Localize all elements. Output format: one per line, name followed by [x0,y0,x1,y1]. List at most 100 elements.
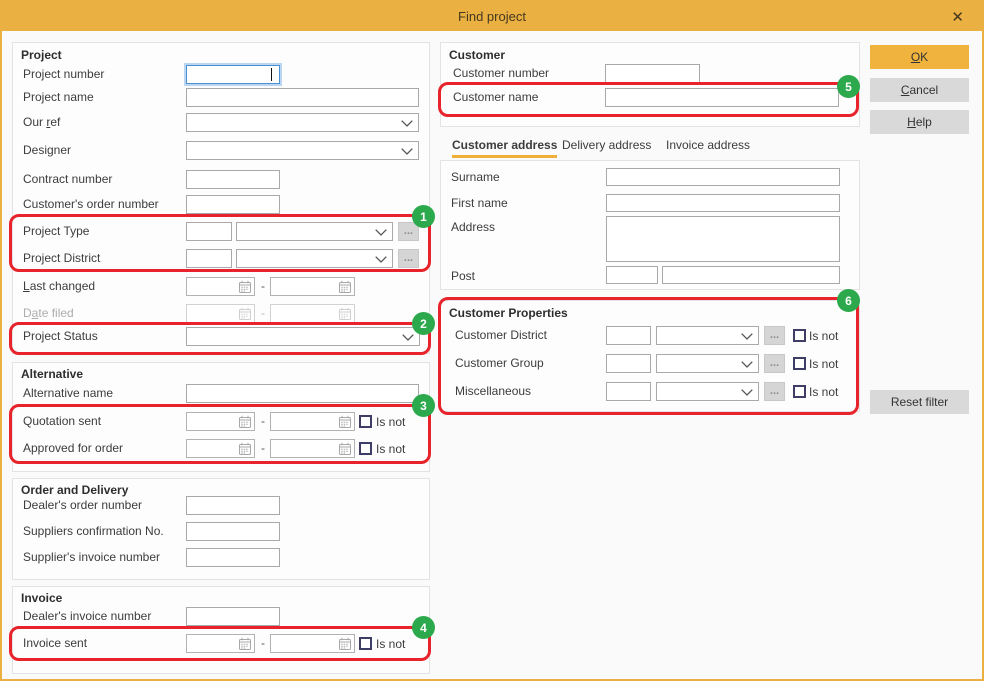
project-name-input[interactable] [186,88,419,107]
calendar-icon [238,280,252,294]
invoice-sent-to-date[interactable] [270,634,355,653]
approved-for-order-from-date[interactable] [186,439,255,458]
last-changed-from-date[interactable] [186,277,255,296]
title-bar: Find project ✕ [2,2,982,31]
close-button[interactable]: ✕ [945,7,970,27]
invoice-sent-from-date[interactable] [186,634,255,653]
last-changed-to-date[interactable] [270,277,355,296]
customer-properties-section: Customer Properties Customer District ..… [440,300,860,412]
designer-label: Designer [23,143,71,158]
date-filed-to-date [270,304,355,323]
customer-section-title: Customer [449,48,505,62]
customer-name-input[interactable] [605,88,839,107]
annotation-6-badge: 6 [837,289,860,312]
surname-input[interactable] [606,168,840,186]
miscellaneous-isnot-label: Is not [809,385,838,400]
customer-group-code-input[interactable] [606,354,651,373]
project-number-label: Project number [23,67,104,82]
project-status-dropdown[interactable] [186,327,420,346]
customers-order-number-input[interactable] [186,195,280,214]
quotation-sent-isnot-checkbox[interactable] [359,415,372,428]
quotation-sent-label: Quotation sent [23,414,101,429]
customer-group-dropdown[interactable] [656,354,759,373]
project-section-title: Project [21,48,62,62]
customer-district-dropdown[interactable] [656,326,759,345]
first-name-input[interactable] [606,194,840,212]
customer-district-isnot-checkbox[interactable] [793,329,806,342]
project-section: Project Project number Project name Our … [12,42,430,354]
customer-group-label: Customer Group [455,356,544,371]
customer-number-input[interactable] [605,64,700,83]
alternative-name-input[interactable] [186,384,419,403]
project-district-browse-button[interactable]: ... [398,249,419,268]
tab-delivery-address[interactable]: Delivery address [562,138,651,155]
quotation-sent-from-date[interactable] [186,412,255,431]
alternative-section: Alternative Alternative name Quotation s… [12,362,430,472]
miscellaneous-code-input[interactable] [606,382,651,401]
our-ref-label: Our ref [23,115,60,130]
dealers-invoice-number-input[interactable] [186,607,280,626]
date-range-dash: - [259,279,267,293]
project-type-dropdown[interactable] [236,222,393,241]
dealers-order-number-input[interactable] [186,496,280,515]
dialog-title: Find project [2,9,982,24]
chevron-down-icon [401,148,413,155]
quotation-sent-to-date[interactable] [270,412,355,431]
project-number-input[interactable] [186,65,280,84]
tab-customer-address[interactable]: Customer address [452,138,557,158]
miscellaneous-browse-button[interactable]: ... [764,382,785,401]
project-type-code-input[interactable] [186,222,232,241]
address-tabbar: Customer address Delivery address Invoic… [440,138,860,158]
calendar-icon [338,442,352,456]
quotation-sent-isnot-label: Is not [376,415,405,430]
order-delivery-section: Order and Delivery Dealer's order number… [12,478,430,580]
approved-for-order-to-date[interactable] [270,439,355,458]
customer-district-browse-button[interactable]: ... [764,326,785,345]
approved-for-order-isnot-checkbox[interactable] [359,442,372,455]
post-city-input[interactable] [662,266,840,284]
chevron-down-icon [741,333,753,340]
our-ref-dropdown[interactable] [186,113,419,132]
cancel-button[interactable]: Cancel [870,78,969,102]
close-icon: ✕ [951,9,964,26]
ok-button[interactable]: OK [870,45,969,69]
invoice-section-title: Invoice [21,591,62,605]
reset-filter-button[interactable]: Reset filter [870,390,969,414]
project-status-label: Project Status [23,329,98,344]
find-project-dialog: Find project ✕ Project Project number Pr… [0,0,984,681]
customer-group-isnot-label: Is not [809,357,838,372]
annotation-2-badge: 2 [412,312,435,335]
date-range-dash: - [259,441,267,455]
customer-group-browse-button[interactable]: ... [764,354,785,373]
customer-properties-title: Customer Properties [449,306,568,320]
customer-section: Customer Customer number Customer name [440,42,860,127]
post-code-input[interactable] [606,266,658,284]
tab-invoice-address[interactable]: Invoice address [666,138,750,155]
help-button[interactable]: Help [870,110,969,134]
customer-number-label: Customer number [453,66,549,81]
chevron-down-icon [402,334,414,341]
annotation-5-badge: 5 [837,75,860,98]
invoice-sent-isnot-checkbox[interactable] [359,637,372,650]
address-textarea[interactable] [606,216,840,262]
customer-group-isnot-checkbox[interactable] [793,357,806,370]
chevron-down-icon [401,120,413,127]
post-label: Post [451,269,475,284]
chevron-down-icon [375,229,387,236]
project-district-code-input[interactable] [186,249,232,268]
miscellaneous-dropdown[interactable] [656,382,759,401]
customer-district-code-input[interactable] [606,326,651,345]
project-name-label: Project name [23,90,94,105]
miscellaneous-isnot-checkbox[interactable] [793,385,806,398]
customer-district-label: Customer District [455,328,547,343]
contract-number-input[interactable] [186,170,280,189]
last-changed-label: Last changed [23,279,95,294]
suppliers-confirmation-label: Suppliers confirmation No. [23,524,164,539]
project-district-dropdown[interactable] [236,249,393,268]
date-filed-label: Date filed [23,306,74,321]
date-range-dash: - [259,306,267,320]
designer-dropdown[interactable] [186,141,419,160]
suppliers-invoice-input[interactable] [186,548,280,567]
suppliers-invoice-label: Supplier's invoice number [23,550,160,565]
suppliers-confirmation-input[interactable] [186,522,280,541]
